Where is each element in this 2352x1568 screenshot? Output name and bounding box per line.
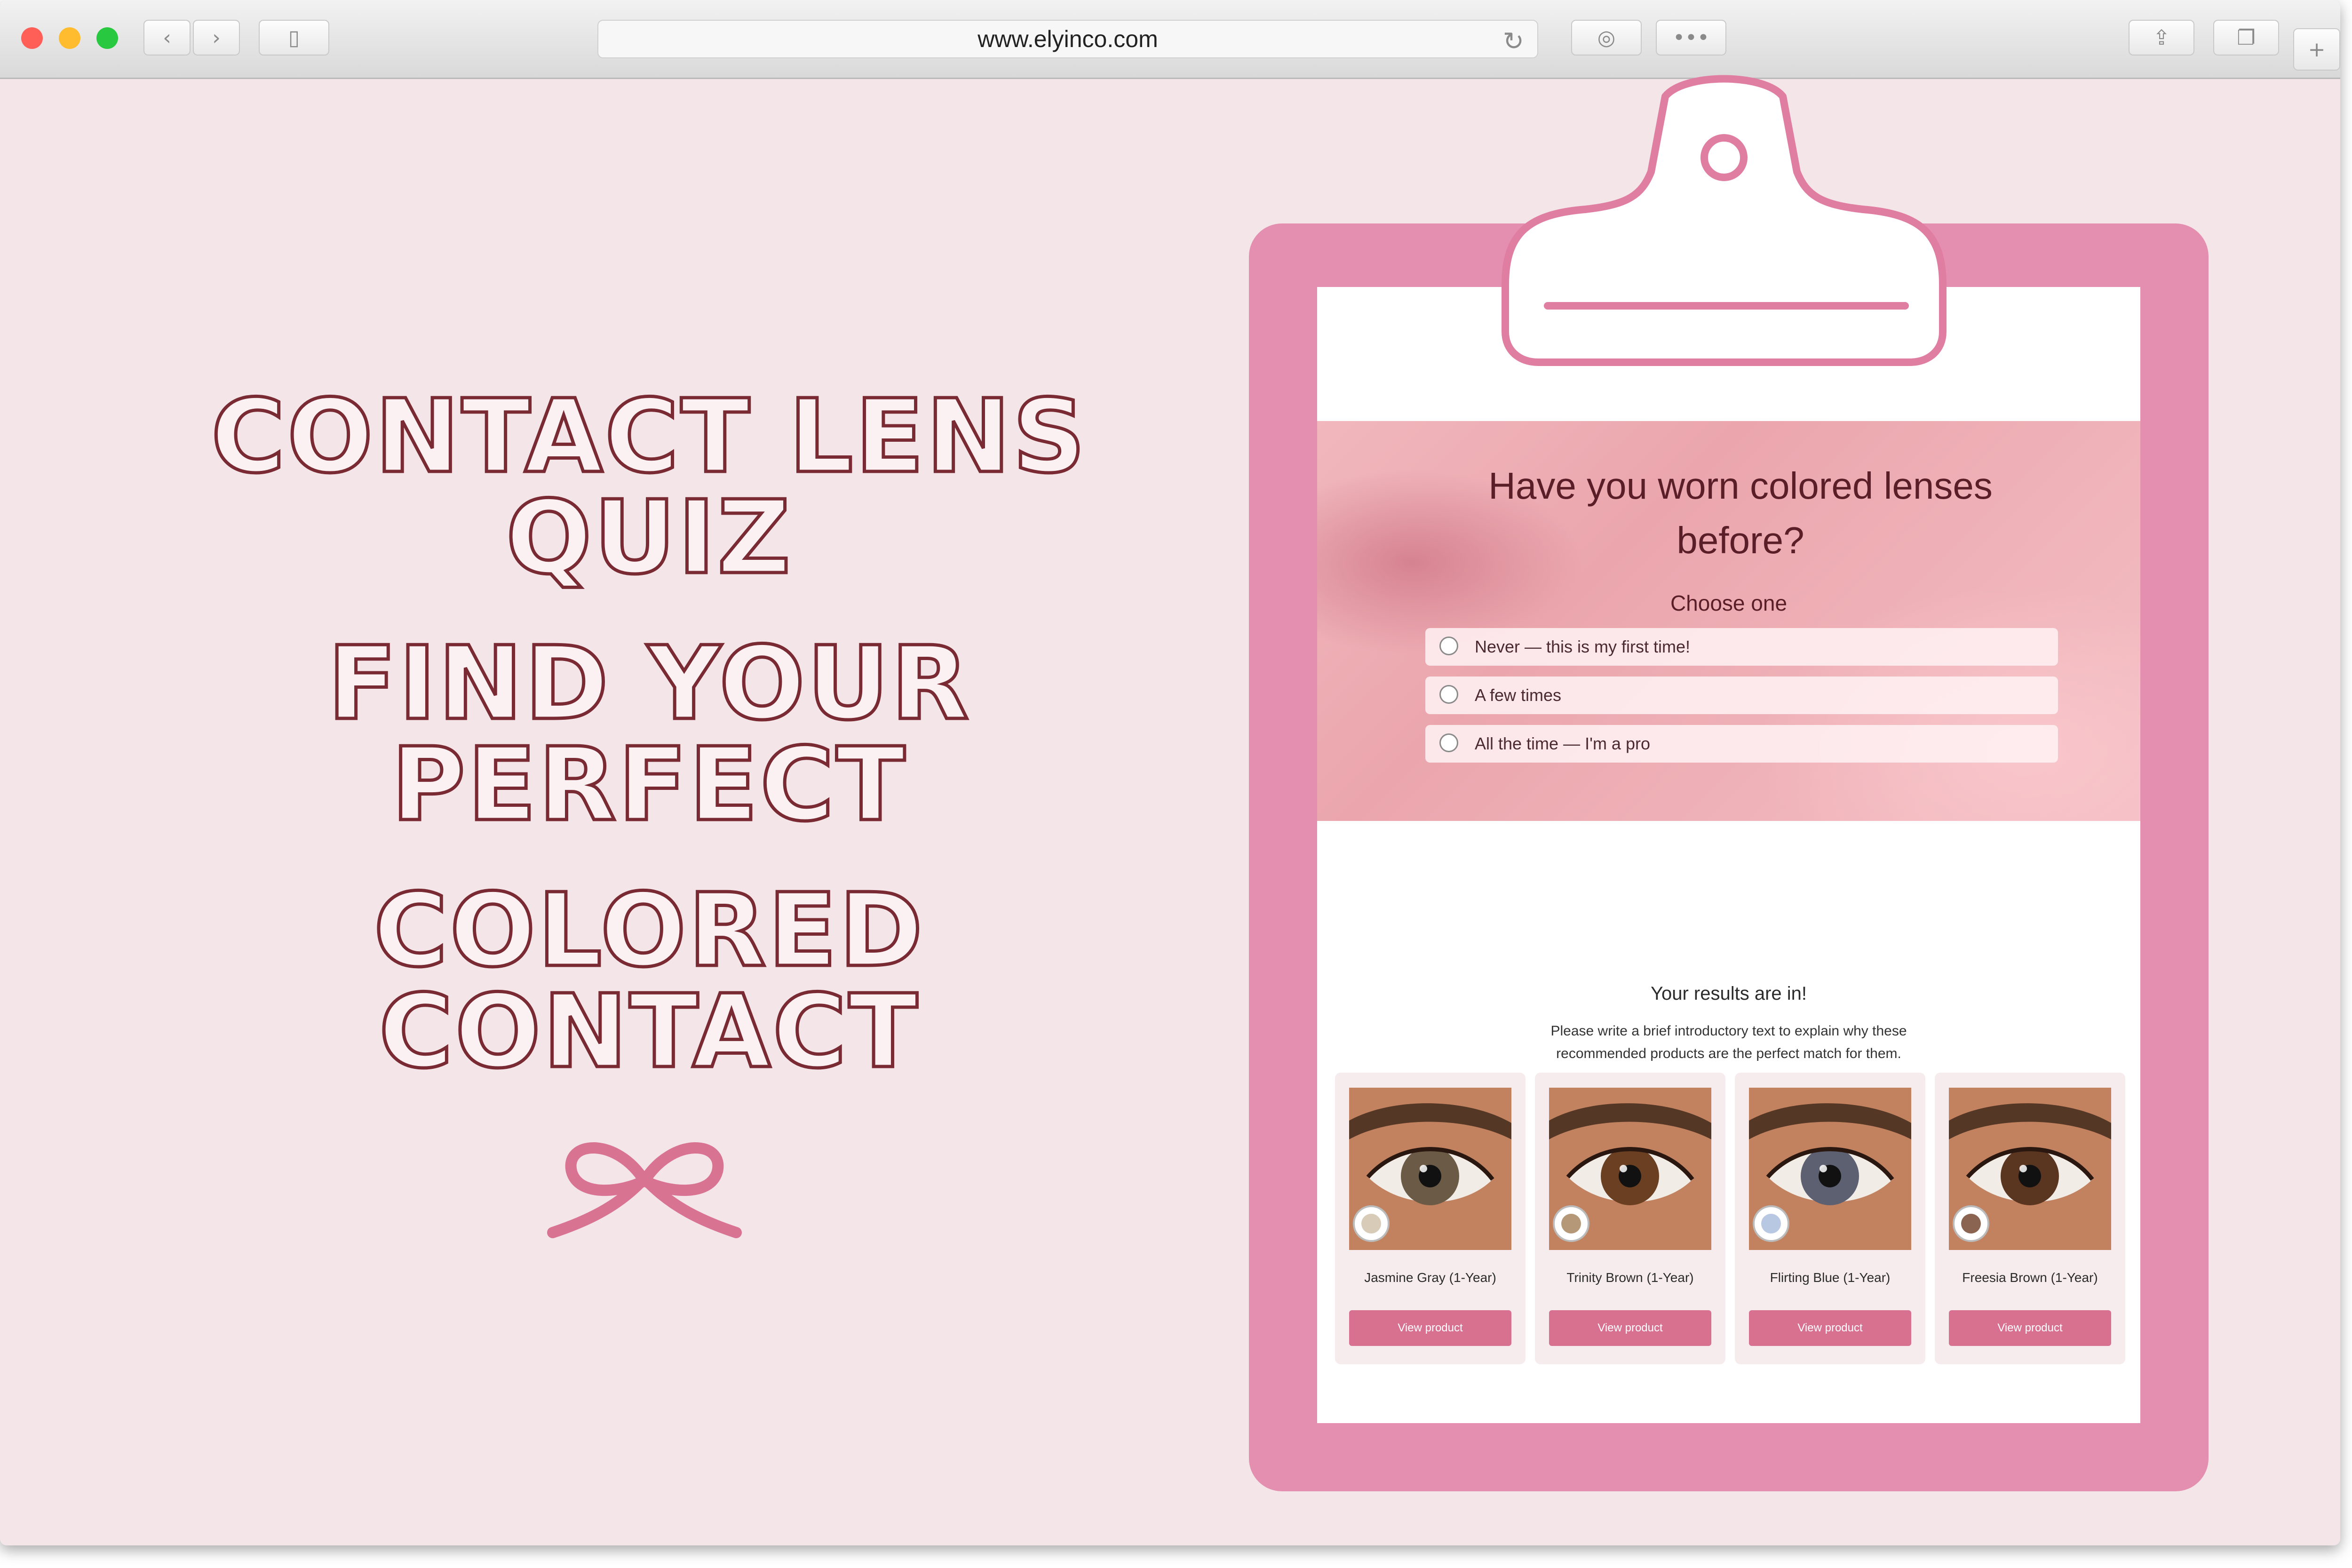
- radio-icon[interactable]: [1439, 637, 1458, 655]
- color-swatch[interactable]: [1753, 1205, 1789, 1242]
- color-swatch[interactable]: [1953, 1205, 1989, 1242]
- more-icon: •••: [1673, 25, 1709, 50]
- bow-icon: [547, 1142, 742, 1238]
- browser-toolbar: ‹ › ▯ www.elyinco.com ↻ ◎ ••• ⇪ ❐ +: [0, 0, 2340, 79]
- close-window-button[interactable]: [21, 27, 43, 49]
- quiz-card: Have you worn colored lenses before? Cho…: [1317, 421, 2140, 821]
- product-name: Flirting Blue (1-Year): [1770, 1270, 1891, 1285]
- color-swatch[interactable]: [1353, 1205, 1390, 1242]
- quiz-option-label: A few times: [1475, 685, 1562, 705]
- product-name: Trinity Brown (1-Year): [1566, 1270, 1694, 1285]
- sidebar-button[interactable]: ▯: [259, 20, 329, 56]
- reader-button[interactable]: ◎: [1571, 20, 1642, 56]
- chevron-right-icon: ›: [212, 25, 221, 50]
- color-swatch[interactable]: [1553, 1205, 1589, 1242]
- view-product-button[interactable]: View product: [1549, 1310, 1711, 1346]
- back-button[interactable]: ‹: [143, 20, 191, 56]
- reader-icon: ◎: [1597, 25, 1616, 50]
- sidebar-icon: ▯: [288, 25, 300, 50]
- product-name: Jasmine Gray (1-Year): [1364, 1270, 1496, 1285]
- radio-icon[interactable]: [1439, 733, 1458, 752]
- share-button[interactable]: ⇪: [2129, 20, 2194, 56]
- view-product-button[interactable]: View product: [1949, 1310, 2111, 1346]
- tabs-button[interactable]: ❐: [2213, 20, 2279, 56]
- quiz-option-few-times[interactable]: A few times: [1425, 677, 2058, 714]
- clipboard-clip: [1502, 75, 1947, 366]
- quiz-option-label: All the time — I'm a pro: [1475, 734, 1650, 753]
- zoom-window-button[interactable]: [96, 27, 118, 49]
- product-card: Flirting Blue (1-Year) View product: [1735, 1073, 1925, 1364]
- product-image[interactable]: [1949, 1088, 2111, 1250]
- view-product-button[interactable]: View product: [1349, 1310, 1511, 1346]
- forward-button[interactable]: ›: [193, 20, 240, 56]
- product-name: Freesia Brown (1-Year): [1962, 1270, 2098, 1285]
- quiz-option-label: Never — this is my first time!: [1475, 637, 1691, 656]
- url-text: www.elyinco.com: [977, 26, 1158, 52]
- address-bar[interactable]: www.elyinco.com ↻: [597, 20, 1538, 58]
- product-card: Freesia Brown (1-Year) View product: [1935, 1073, 2125, 1364]
- tabs-icon: ❐: [2237, 25, 2256, 50]
- quiz-subtitle: Choose one: [1670, 591, 1788, 615]
- plus-icon: +: [2308, 37, 2326, 62]
- minimize-window-button[interactable]: [59, 27, 80, 49]
- view-product-button[interactable]: View product: [1749, 1310, 1911, 1346]
- clipboard-paper: Have you worn colored lenses before? Cho…: [1317, 287, 2140, 1423]
- extensions-button[interactable]: •••: [1656, 20, 1726, 56]
- new-tab-button[interactable]: +: [2293, 28, 2340, 71]
- product-image[interactable]: [1349, 1088, 1511, 1250]
- headline-line-1: CONTACT LENS QUIZ: [209, 377, 1088, 597]
- product-image[interactable]: [1549, 1088, 1711, 1250]
- product-card: Trinity Brown (1-Year) View product: [1535, 1073, 1725, 1364]
- radio-icon[interactable]: [1439, 685, 1458, 704]
- quiz-option-all-time[interactable]: All the time — I'm a pro: [1425, 725, 2058, 763]
- reload-icon[interactable]: ↻: [1503, 26, 1524, 56]
- chevron-left-icon: ‹: [163, 25, 171, 50]
- quiz-option-never[interactable]: Never — this is my first time!: [1425, 628, 2058, 666]
- headline-line-2: FIND YOUR PERFECT: [326, 624, 971, 844]
- browser-window: ‹ › ▯ www.elyinco.com ↻ ◎ ••• ⇪ ❐ + CONT…: [0, 0, 2340, 1545]
- results-intro: Please write a brief introductory text t…: [1550, 1023, 1907, 1061]
- quiz-question: Have you worn colored lenses before?: [1488, 465, 1993, 561]
- results-title: Your results are in!: [1650, 983, 1807, 1004]
- product-card: Jasmine Gray (1-Year) View product: [1335, 1073, 1526, 1364]
- product-image[interactable]: [1749, 1088, 1911, 1250]
- headline-line-3: COLORED CONTACT: [372, 871, 925, 1090]
- share-icon: ⇪: [2153, 25, 2170, 50]
